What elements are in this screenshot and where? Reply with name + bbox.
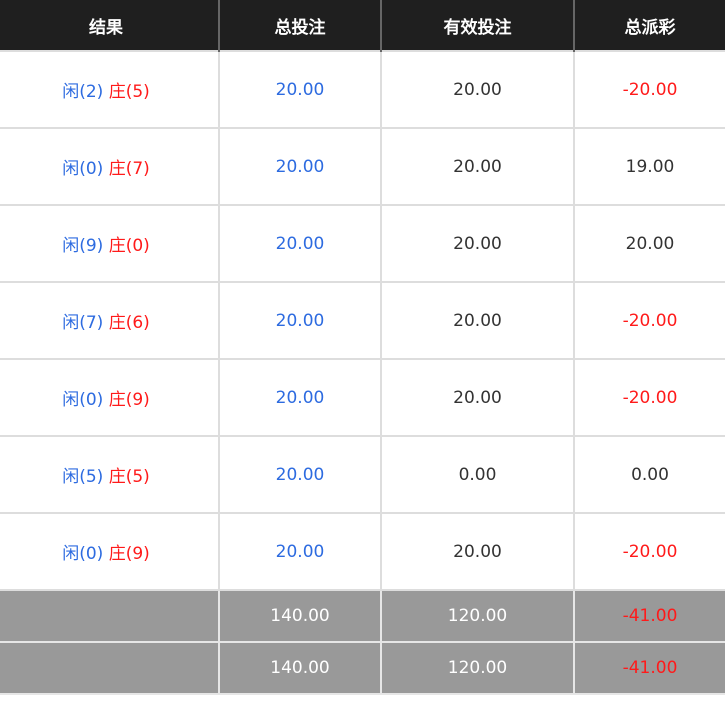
- summary-total-bet: 140.00: [218, 641, 382, 695]
- summary-valid-bet: 120.00: [380, 589, 575, 643]
- valid-bet-cell: 20.00: [380, 50, 575, 129]
- player-result: 闲(0): [62, 159, 104, 179]
- total-bet-cell: 20.00: [218, 435, 382, 514]
- payout-cell: 19.00: [573, 127, 725, 206]
- valid-bet-cell: 0.00: [380, 435, 575, 514]
- table-row: 闲(5) 庄(5) 20.00 0.00 0.00: [0, 435, 725, 514]
- banker-result: 庄(5): [108, 467, 150, 487]
- banker-result: 庄(5): [108, 82, 150, 102]
- summary-payout: -41.00: [573, 589, 725, 643]
- payout-cell: -20.00: [573, 358, 725, 437]
- bet-records-table: 结果 总投注 有效投注 总派彩 闲(2) 庄(5) 20.00 20.00 -2…: [0, 0, 725, 695]
- result-cell: 闲(0) 庄(9): [0, 512, 220, 591]
- player-result: 闲(9): [62, 236, 104, 256]
- summary-row: 140.00 120.00 -41.00: [0, 589, 725, 643]
- valid-bet-cell: 20.00: [380, 204, 575, 283]
- table-row: 闲(9) 庄(0) 20.00 20.00 20.00: [0, 204, 725, 283]
- player-result: 闲(7): [62, 313, 104, 333]
- result-cell: 闲(5) 庄(5): [0, 435, 220, 514]
- header-total-bet: 总投注: [218, 0, 382, 51]
- banker-result: 庄(6): [108, 313, 150, 333]
- banker-result: 庄(9): [108, 544, 150, 564]
- header-result: 结果: [0, 0, 220, 51]
- result-cell: 闲(9) 庄(0): [0, 204, 220, 283]
- total-bet-cell: 20.00: [218, 512, 382, 591]
- payout-cell: 20.00: [573, 204, 725, 283]
- total-bet-cell: 20.00: [218, 358, 382, 437]
- summary-label-cell: [0, 641, 220, 695]
- table-header-row: 结果 总投注 有效投注 总派彩: [0, 0, 725, 51]
- result-cell: 闲(0) 庄(7): [0, 127, 220, 206]
- header-total-payout: 总派彩: [573, 0, 725, 51]
- player-result: 闲(0): [62, 544, 104, 564]
- banker-result: 庄(0): [108, 236, 150, 256]
- payout-cell: -20.00: [573, 512, 725, 591]
- table-row: 闲(0) 庄(9) 20.00 20.00 -20.00: [0, 512, 725, 591]
- result-cell: 闲(0) 庄(9): [0, 358, 220, 437]
- table-row: 闲(0) 庄(7) 20.00 20.00 19.00: [0, 127, 725, 206]
- result-cell: 闲(2) 庄(5): [0, 50, 220, 129]
- player-result: 闲(5): [62, 467, 104, 487]
- valid-bet-cell: 20.00: [380, 281, 575, 360]
- payout-cell: -20.00: [573, 281, 725, 360]
- total-bet-cell: 20.00: [218, 50, 382, 129]
- payout-cell: -20.00: [573, 50, 725, 129]
- table-row: 闲(2) 庄(5) 20.00 20.00 -20.00: [0, 50, 725, 129]
- banker-result: 庄(9): [108, 390, 150, 410]
- summary-payout: -41.00: [573, 641, 725, 695]
- valid-bet-cell: 20.00: [380, 127, 575, 206]
- player-result: 闲(0): [62, 390, 104, 410]
- valid-bet-cell: 20.00: [380, 358, 575, 437]
- table-row: 闲(0) 庄(9) 20.00 20.00 -20.00: [0, 358, 725, 437]
- summary-row: 140.00 120.00 -41.00: [0, 641, 725, 695]
- banker-result: 庄(7): [108, 159, 150, 179]
- total-bet-cell: 20.00: [218, 127, 382, 206]
- player-result: 闲(2): [62, 82, 104, 102]
- valid-bet-cell: 20.00: [380, 512, 575, 591]
- total-bet-cell: 20.00: [218, 281, 382, 360]
- result-cell: 闲(7) 庄(6): [0, 281, 220, 360]
- total-bet-cell: 20.00: [218, 204, 382, 283]
- summary-valid-bet: 120.00: [380, 641, 575, 695]
- payout-cell: 0.00: [573, 435, 725, 514]
- table-row: 闲(7) 庄(6) 20.00 20.00 -20.00: [0, 281, 725, 360]
- summary-total-bet: 140.00: [218, 589, 382, 643]
- summary-label-cell: [0, 589, 220, 643]
- header-valid-bet: 有效投注: [380, 0, 575, 51]
